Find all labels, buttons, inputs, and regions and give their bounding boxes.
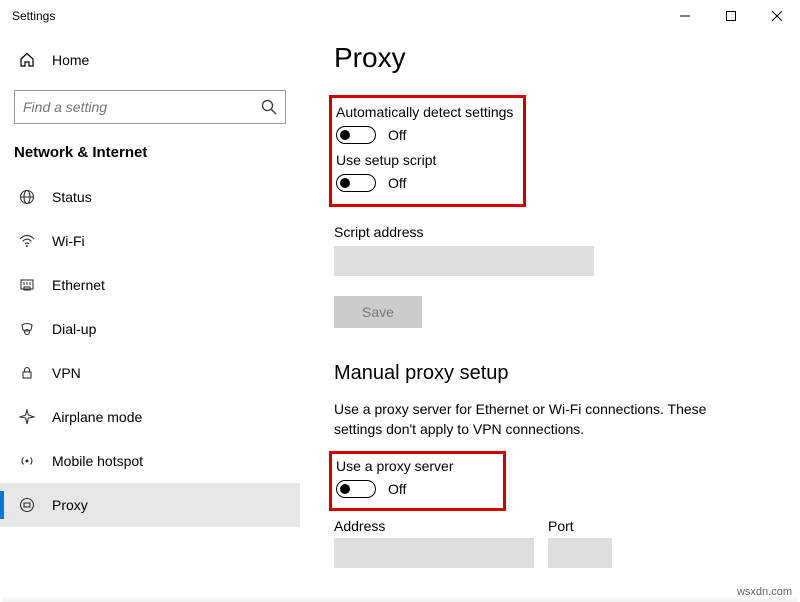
search-icon <box>261 99 277 115</box>
sidebar-item-label: Status <box>52 189 92 205</box>
airplane-icon <box>18 409 36 425</box>
minimize-icon <box>680 11 690 21</box>
sidebar-item-label: Mobile hotspot <box>52 453 143 469</box>
titlebar: Settings <box>0 0 800 32</box>
auto-proxy-group: Automatically detect settings Off Use se… <box>334 100 521 202</box>
vpn-icon <box>18 365 36 381</box>
content-area: Proxy Automatically detect settings Off … <box>300 32 800 602</box>
manual-description: Use a proxy server for Ethernet or Wi-Fi… <box>334 399 754 440</box>
sidebar-item-hotspot[interactable]: Mobile hotspot <box>0 439 300 483</box>
address-port-row: Address Port <box>334 518 766 568</box>
globe-icon <box>18 189 36 205</box>
section-header: Network & Internet <box>0 138 300 175</box>
home-label: Home <box>52 52 89 68</box>
setup-script-label: Use setup script <box>336 152 513 168</box>
setup-script-state: Off <box>388 175 406 191</box>
address-label: Address <box>334 518 534 534</box>
use-proxy-label: Use a proxy server <box>336 458 453 474</box>
sidebar-item-status[interactable]: Status <box>0 175 300 219</box>
sidebar-item-vpn[interactable]: VPN <box>0 351 300 395</box>
port-label: Port <box>548 518 612 534</box>
page-title: Proxy <box>334 42 766 74</box>
close-button[interactable] <box>754 0 800 32</box>
search-input[interactable] <box>23 99 261 115</box>
dialup-icon <box>18 321 36 337</box>
sidebar-item-label: Wi-Fi <box>52 233 85 249</box>
sidebar-item-dialup[interactable]: Dial-up <box>0 307 300 351</box>
hotspot-icon <box>18 453 36 469</box>
use-proxy-group: Use a proxy server Off <box>334 456 501 506</box>
address-input[interactable] <box>334 538 534 568</box>
watermark: wsxdn.com <box>737 586 792 598</box>
auto-detect-label: Automatically detect settings <box>336 104 513 120</box>
proxy-icon <box>18 497 36 513</box>
auto-detect-toggle[interactable] <box>336 126 376 144</box>
sidebar-item-label: VPN <box>52 365 81 381</box>
use-proxy-toggle[interactable] <box>336 480 376 498</box>
manual-heading: Manual proxy setup <box>334 362 766 385</box>
home-nav[interactable]: Home <box>0 40 300 80</box>
sidebar-item-label: Proxy <box>52 497 88 513</box>
sidebar-item-ethernet[interactable]: Ethernet <box>0 263 300 307</box>
auto-detect-state: Off <box>388 127 406 143</box>
sidebar: Home Network & Internet Status Wi-Fi Eth… <box>0 32 300 602</box>
port-input[interactable] <box>548 538 612 568</box>
app-title: Settings <box>12 9 55 23</box>
sidebar-item-wifi[interactable]: Wi-Fi <box>0 219 300 263</box>
maximize-icon <box>726 11 736 21</box>
window-controls <box>662 0 800 32</box>
toggle-knob <box>340 484 350 494</box>
toggle-knob <box>340 130 350 140</box>
sidebar-item-label: Airplane mode <box>52 409 142 425</box>
body-area: Home Network & Internet Status Wi-Fi Eth… <box>0 32 800 602</box>
sidebar-item-airplane[interactable]: Airplane mode <box>0 395 300 439</box>
close-icon <box>772 11 782 21</box>
sidebar-item-label: Ethernet <box>52 277 105 293</box>
sidebar-item-label: Dial-up <box>52 321 96 337</box>
use-proxy-state: Off <box>388 481 406 497</box>
home-icon <box>18 52 36 68</box>
search-box[interactable] <box>14 90 286 124</box>
script-address-label: Script address <box>334 224 766 240</box>
sidebar-item-proxy[interactable]: Proxy <box>0 483 300 527</box>
script-address-input[interactable] <box>334 246 594 276</box>
wifi-icon <box>18 233 36 249</box>
setup-script-toggle[interactable] <box>336 174 376 192</box>
save-button[interactable]: Save <box>334 296 422 328</box>
minimize-button[interactable] <box>662 0 708 32</box>
ethernet-icon <box>18 277 36 293</box>
maximize-button[interactable] <box>708 0 754 32</box>
toggle-knob <box>340 178 350 188</box>
